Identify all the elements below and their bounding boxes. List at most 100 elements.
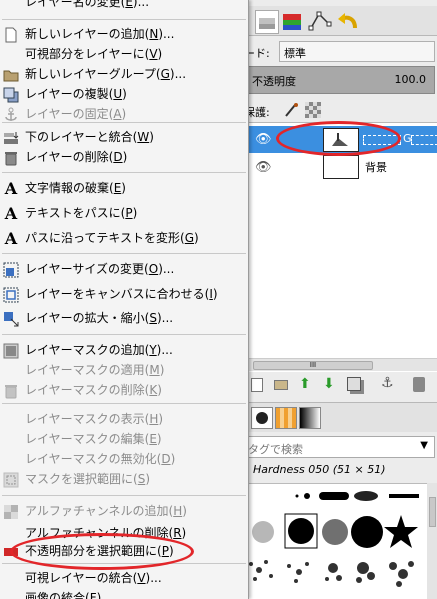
delete-button-icon[interactable] bbox=[413, 377, 425, 392]
new-layer-button-icon[interactable] bbox=[251, 378, 263, 392]
menu-item-label: 可視レイヤーの統合(V)... bbox=[25, 571, 162, 585]
menu-item-label: 画像の統合(F) bbox=[25, 591, 102, 599]
trash-icon bbox=[3, 150, 19, 166]
duplicate-icon bbox=[3, 87, 19, 103]
alpha-icon bbox=[3, 504, 19, 520]
new-from-visible-item[interactable]: 可視部分をレイヤーに(V) bbox=[0, 44, 248, 65]
menu-item-label: マスクを選択範囲に(S) bbox=[25, 472, 150, 486]
menu-item-label: レイヤーの複製(U) bbox=[25, 87, 127, 101]
tab-layers[interactable] bbox=[255, 10, 279, 34]
merge-visible-layers-item[interactable]: 可視レイヤーの統合(V)... bbox=[0, 568, 248, 589]
duplicate-button-icon[interactable] bbox=[347, 377, 361, 391]
mask-add-icon bbox=[3, 343, 19, 359]
menu-separator bbox=[2, 334, 246, 335]
add-alpha-channel-item: アルファチャンネルの追加(H) bbox=[0, 501, 248, 522]
alpha-sel-icon bbox=[3, 544, 19, 560]
delete-layer-item[interactable]: レイヤーの削除(D) bbox=[0, 147, 248, 168]
brush-grid-scrollbar[interactable] bbox=[427, 483, 437, 599]
trash-icon bbox=[3, 383, 19, 399]
brush-tag-search[interactable]: タグで検索 ▼ bbox=[241, 436, 435, 458]
show-layer-mask-item: レイヤーマスクの表示(H) bbox=[0, 409, 248, 430]
text-icon: A bbox=[4, 204, 18, 223]
lock-pixels-icon[interactable] bbox=[283, 102, 299, 118]
menu-separator bbox=[2, 563, 246, 564]
menu-item-label: テキストをパスに(P) bbox=[25, 206, 138, 220]
menu-item-label: レイヤーマスクの適用(M) bbox=[25, 363, 165, 377]
tab-gradients[interactable] bbox=[299, 407, 321, 429]
mode-value: 標準 bbox=[284, 47, 306, 60]
brush-name: Hardness 050 (51 × 51) bbox=[253, 463, 386, 476]
horizontal-scrollbar[interactable]: III bbox=[241, 358, 437, 371]
anchor-button-icon[interactable]: ⚓ bbox=[381, 375, 394, 391]
menu-icon-placeholder bbox=[3, 526, 19, 542]
duplicate-layer-item[interactable]: レイヤーの複製(U) bbox=[0, 84, 248, 105]
chevron-down-icon[interactable]: ▼ bbox=[420, 440, 428, 451]
layers-dock: ード: 標準 不透明度 100.0 保護: 👁 G 👁 背景 III ⬆ ⬇ ⚓… bbox=[240, 0, 437, 599]
mode-select[interactable]: 標準 bbox=[279, 41, 435, 62]
alpha-to-selection-item[interactable]: 不透明部分を選択範囲に(P) bbox=[0, 541, 248, 562]
menu-item-label: レイヤーマスクの編集(E) bbox=[25, 432, 162, 446]
opacity-value: 100.0 bbox=[394, 73, 427, 86]
menu-item-label: アルファチャンネルの削除(R) bbox=[25, 526, 187, 540]
flatten-image-item[interactable]: 画像の統合(F) bbox=[0, 588, 248, 599]
menu-icon-placeholder bbox=[3, 432, 19, 448]
layer-boundary-size-item[interactable]: レイヤーサイズの変更(O)... bbox=[0, 259, 248, 280]
merge-down-item[interactable]: 下のレイヤーと統合(W) bbox=[0, 127, 248, 148]
scrollbar-thumb[interactable]: III bbox=[253, 361, 373, 370]
new-layer-group-item[interactable]: 新しいレイヤーグループ(G)... bbox=[0, 64, 248, 85]
menu-separator bbox=[2, 19, 246, 20]
menu-item-label: レイヤー名の変更(E)... bbox=[25, 0, 150, 9]
menu-item-label: レイヤーマスクの削除(K) bbox=[25, 383, 162, 397]
menu-item-label: 文字情報の破棄(E) bbox=[25, 181, 126, 195]
menu-item-label: 新しいレイヤーの追加(N)... bbox=[25, 27, 175, 41]
tab-channels[interactable] bbox=[279, 10, 305, 34]
mask-to-selection-item: マスクを選択範囲に(S) bbox=[0, 469, 248, 490]
lower-layer-button-icon[interactable]: ⬇ bbox=[323, 376, 335, 392]
anchor-icon bbox=[3, 107, 19, 123]
discard-text-info-item[interactable]: A 文字情報の破棄(E) bbox=[0, 178, 248, 199]
menu-item-label: パスに沿ってテキストを変形(G) bbox=[25, 231, 199, 245]
scale-layer-item[interactable]: レイヤーの拡大・縮小(S)... bbox=[0, 308, 248, 329]
menu-item-label: 新しいレイヤーグループ(G)... bbox=[25, 67, 187, 81]
lock-alpha-icon[interactable] bbox=[305, 102, 321, 118]
layer-buttons-bar: ⬆ ⬇ ⚓ bbox=[241, 372, 437, 398]
apply-layer-mask-item: レイヤーマスクの適用(M) bbox=[0, 360, 248, 381]
tab-undo[interactable] bbox=[335, 10, 361, 34]
layers-tab-icon bbox=[259, 18, 275, 29]
layer-thumbnail[interactable] bbox=[323, 155, 359, 179]
tab-brushes[interactable] bbox=[251, 407, 273, 429]
opacity-label: 不透明度 bbox=[252, 75, 296, 88]
menu-item-label: レイヤーサイズの変更(O)... bbox=[25, 262, 175, 276]
layer-thumbnail[interactable] bbox=[323, 128, 359, 152]
layer-to-image-size-item[interactable]: レイヤーをキャンバスに合わせる(I) bbox=[0, 284, 248, 305]
layer-name-field-2[interactable] bbox=[411, 135, 437, 145]
disable-layer-mask-item: レイヤーマスクの無効化(D) bbox=[0, 449, 248, 470]
tab-paths[interactable] bbox=[307, 10, 333, 34]
add-layer-mask-item[interactable]: レイヤーマスクの追加(Y)... bbox=[0, 340, 248, 361]
brush-previews[interactable] bbox=[241, 484, 427, 599]
menu-separator bbox=[2, 172, 246, 173]
raise-layer-button-icon[interactable]: ⬆ bbox=[299, 376, 311, 392]
menu-item-label: レイヤーマスクの表示(H) bbox=[25, 412, 164, 426]
resize-icon bbox=[3, 262, 19, 278]
new-layer-item[interactable]: 新しいレイヤーの追加(N)... bbox=[0, 24, 248, 45]
layer-name-field[interactable] bbox=[363, 135, 401, 145]
text-along-path-item[interactable]: A パスに沿ってテキストを変形(G) bbox=[0, 228, 248, 249]
paths-tab-icon bbox=[308, 11, 332, 31]
new-doc-icon bbox=[3, 27, 19, 43]
anchor-layer-item: レイヤーの固定(A) bbox=[0, 104, 248, 125]
eye-icon[interactable]: 👁 bbox=[255, 160, 272, 175]
layer-row-selected[interactable]: 👁 G bbox=[241, 126, 437, 153]
text-to-path-item[interactable]: A テキストをパスに(P) bbox=[0, 203, 248, 224]
menu-item-label: レイヤーマスクの無効化(D) bbox=[25, 452, 176, 466]
eye-icon[interactable]: 👁 bbox=[255, 132, 272, 147]
opacity-slider[interactable]: 不透明度 100.0 bbox=[241, 66, 435, 94]
scale-icon bbox=[3, 311, 19, 327]
menu-item-label: レイヤーの拡大・縮小(S)... bbox=[25, 311, 174, 325]
menu-separator bbox=[2, 253, 246, 254]
layer-row[interactable]: 👁 背景 bbox=[241, 153, 437, 181]
rename-layer-item[interactable]: レイヤー名の変更(E)... bbox=[0, 0, 248, 13]
new-group-button-icon[interactable] bbox=[274, 380, 288, 390]
menu-separator bbox=[2, 495, 246, 496]
tab-patterns[interactable] bbox=[275, 407, 297, 429]
